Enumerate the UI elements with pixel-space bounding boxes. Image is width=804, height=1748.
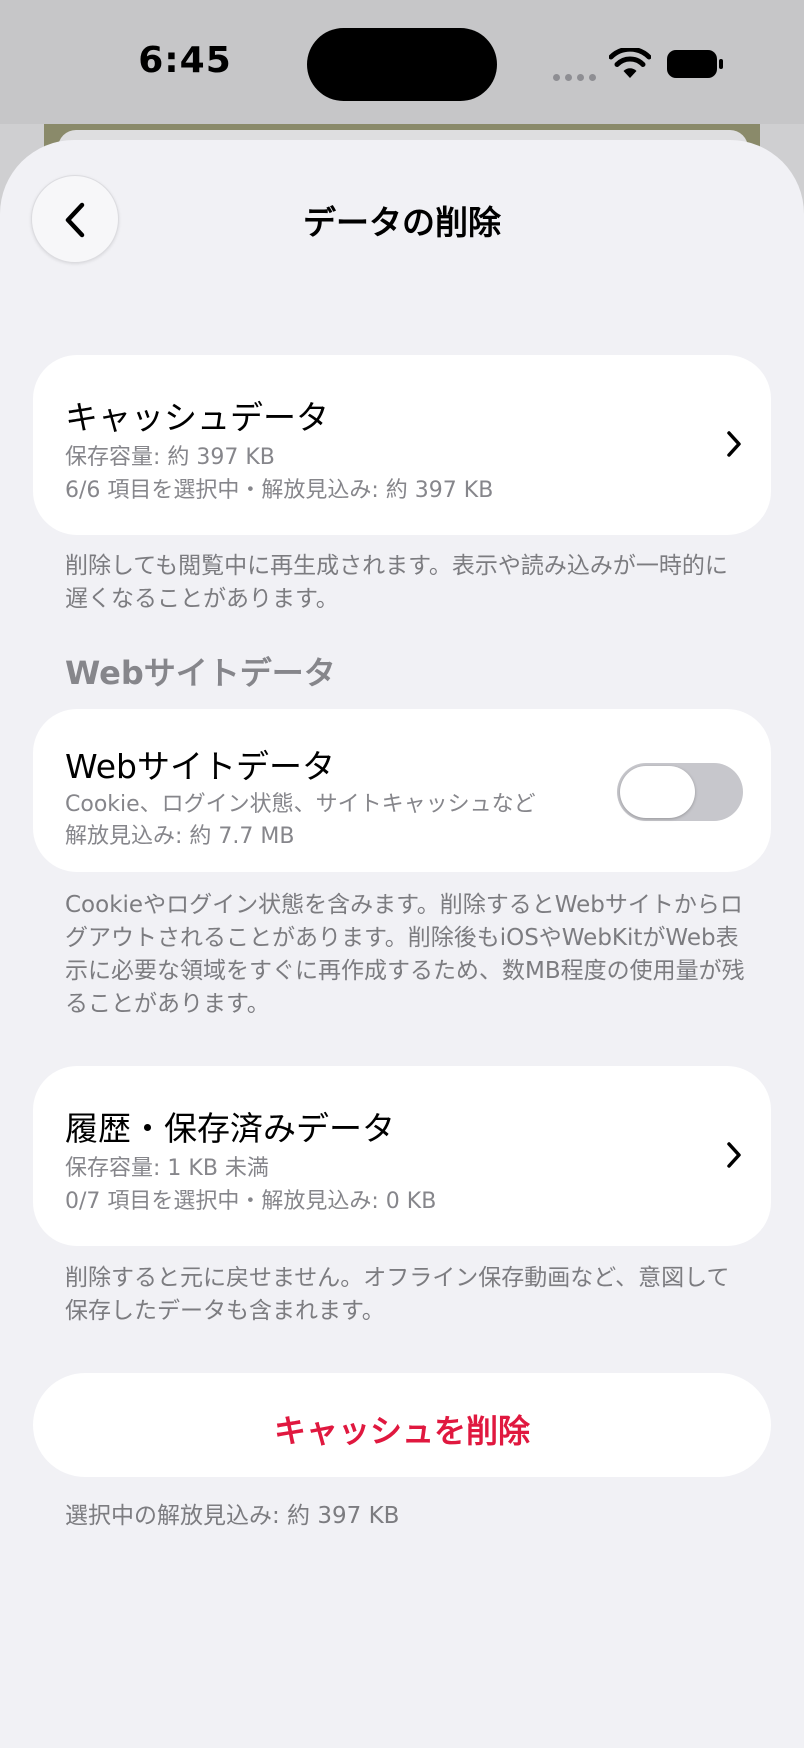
dynamic-island [307,28,497,101]
history-saved-data-row[interactable]: 履歴・保存済みデータ 保存容量: 1 KB 未満 0/7 項目を選択中・解放見込… [33,1066,771,1246]
chevron-right-icon [727,431,741,457]
website-data-detail: Cookie、ログイン状態、サイトキャッシュなど [65,792,536,817]
page-title: データの削除 [303,203,501,242]
website-data-title: Webサイトデータ [65,747,335,786]
cache-selection-status: 6/6 項目を選択中・解放見込み: 約 397 KB [65,478,494,503]
history-storage-size: 保存容量: 1 KB 未満 [65,1156,269,1181]
delete-cache-button[interactable]: キャッシュを削除 [33,1373,771,1477]
delete-cache-label: キャッシュを削除 [273,1412,530,1450]
cache-data-title: キャッシュデータ [65,398,329,437]
cache-footnote: 削除しても閲覧中に再生成されます。表示や読み込みが一時的に遅くなることがあります… [65,553,728,612]
battery-icon [667,50,723,78]
chevron-right-icon [727,1142,741,1168]
website-data-toggle[interactable] [617,763,743,821]
cache-data-row[interactable]: キャッシュデータ 保存容量: 約 397 KB 6/6 項目を選択中・解放見込み… [33,355,771,535]
website-data-row: Webサイトデータ Cookie、ログイン状態、サイトキャッシュなど 解放見込み… [33,709,771,872]
history-data-title: 履歴・保存済みデータ [65,1109,395,1148]
status-bar: 6:45 [0,0,804,124]
cellular-signal-icon [553,74,597,82]
website-data-section-header: Webサイトデータ [65,654,336,692]
history-selection-status: 0/7 項目を選択中・解放見込み: 0 KB [65,1189,437,1214]
toggle-knob [620,766,695,818]
history-footnote: 削除すると元に戻せません。オフライン保存動画など、意図して保存したデータも含まれ… [65,1265,730,1324]
back-button[interactable] [31,175,119,263]
status-time: 6:45 [138,40,232,81]
website-data-estimate: 解放見込み: 約 7.7 MB [65,824,295,849]
website-data-footnote: Cookieやログイン状態を含みます。削除するとWebサイトからログアウトされる… [65,892,745,1017]
cache-storage-size: 保存容量: 約 397 KB [65,445,275,470]
selected-free-estimate: 選択中の解放見込み: 約 397 KB [65,1503,400,1529]
wifi-icon [609,48,651,78]
chevron-left-icon [65,202,85,238]
